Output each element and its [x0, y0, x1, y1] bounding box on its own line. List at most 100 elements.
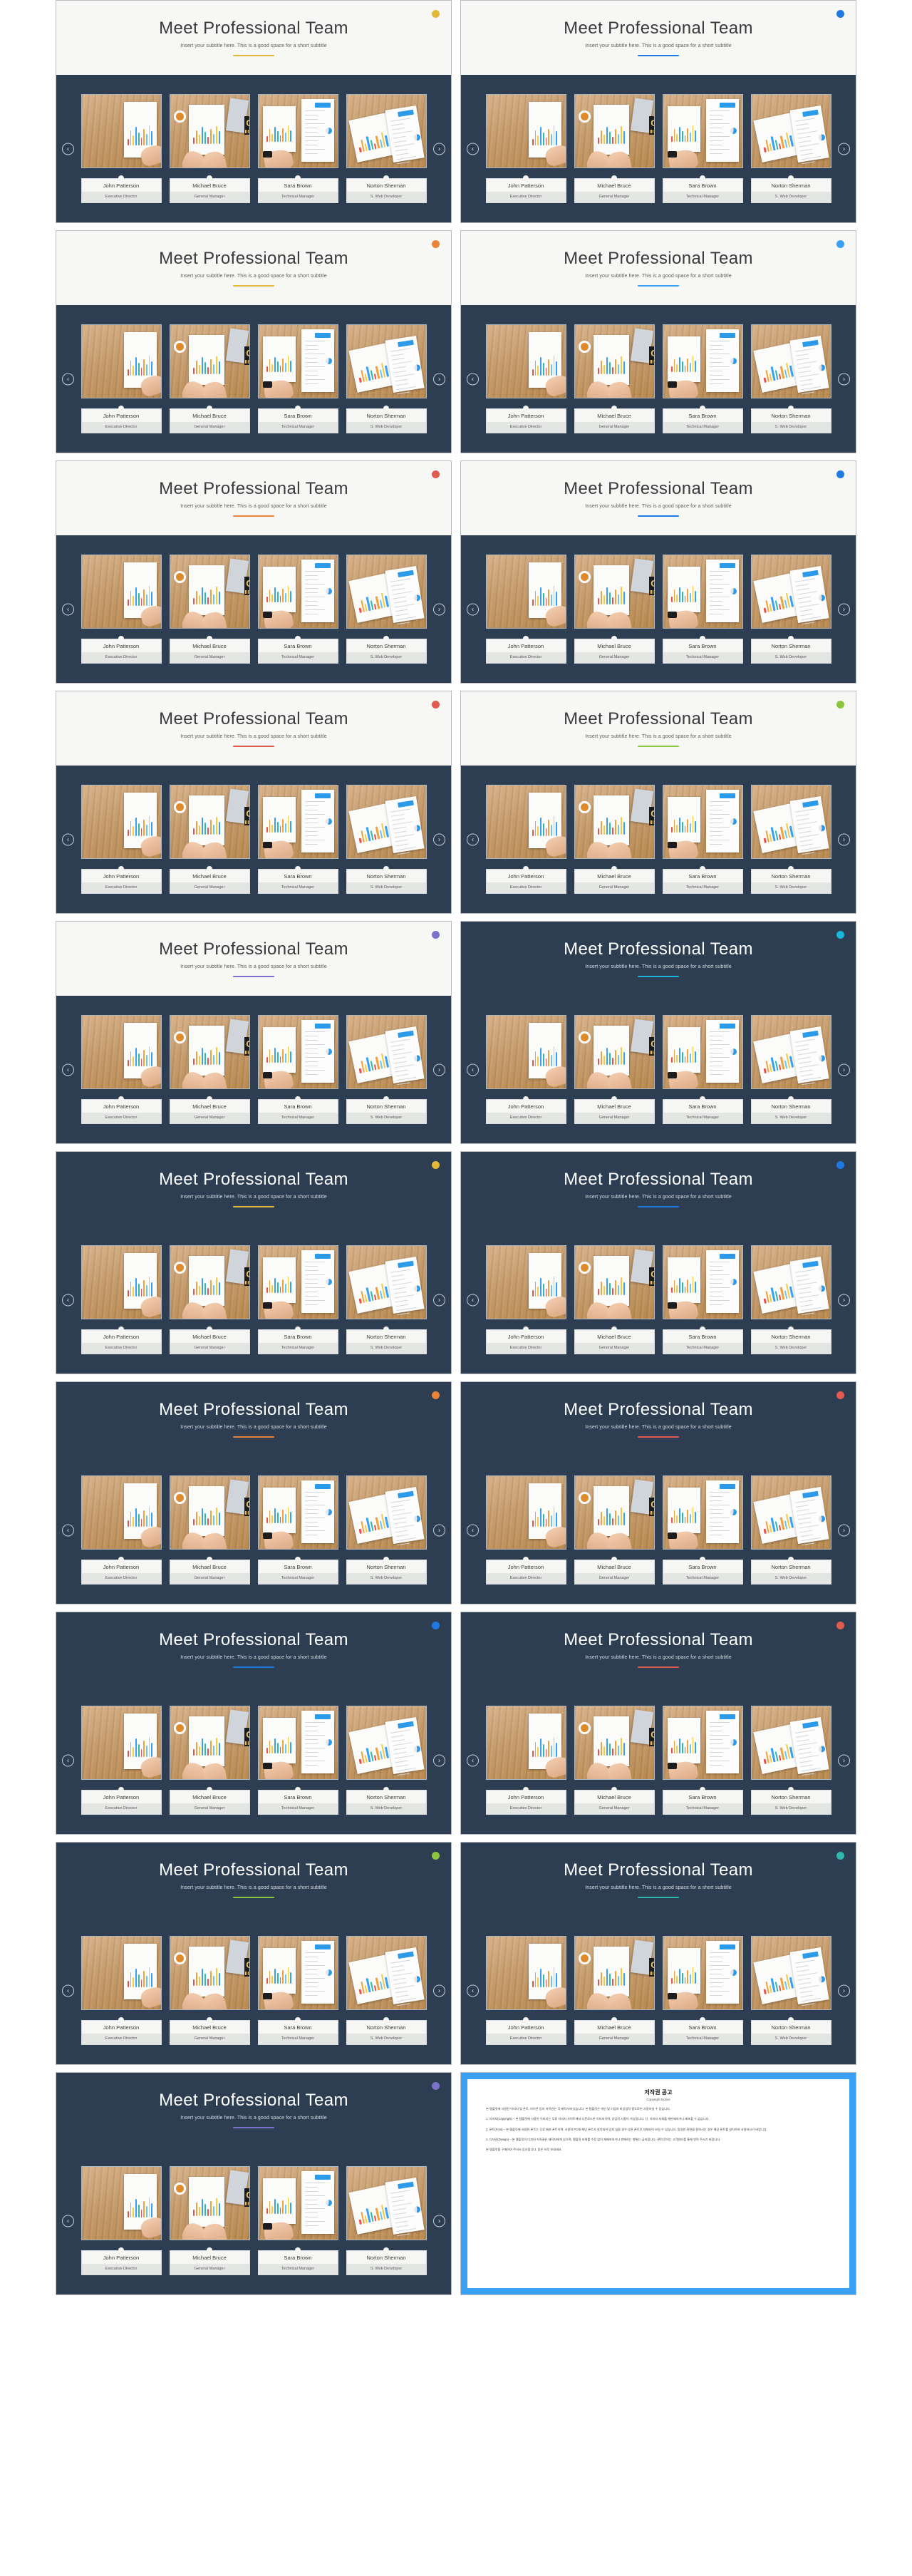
- slide-thumbnail-14[interactable]: Meet Professional Team Insert your subti…: [460, 1381, 856, 1604]
- team-member-card[interactable]: C Michael BruceGeneral Manager: [574, 1706, 655, 1815]
- slide-thumbnail-5[interactable]: Meet Professional Team Insert your subti…: [56, 460, 452, 684]
- team-member-card[interactable]: Norton Sherman S. Web Developer: [346, 2166, 427, 2275]
- carousel-prev-icon[interactable]: ‹: [467, 1984, 479, 1997]
- team-member-card[interactable]: Sara Brown Technical Manager: [662, 1015, 743, 1124]
- carousel-next-icon[interactable]: ›: [433, 603, 445, 615]
- team-member-card[interactable]: C Michael BruceGeneral Manager: [169, 555, 250, 664]
- team-member-card[interactable]: C Michael BruceGeneral Manager: [574, 94, 655, 203]
- carousel-next-icon[interactable]: ›: [433, 1524, 445, 1536]
- slide-thumbnail-9[interactable]: Meet Professional Team Insert your subti…: [56, 921, 452, 1144]
- slide-thumbnail-19[interactable]: Meet Professional Team Insert your subti…: [56, 2072, 452, 2295]
- team-member-card[interactable]: Sara Brown Technical Manager: [257, 555, 338, 664]
- slide-thumbnail-7[interactable]: Meet Professional Team Insert your subti…: [56, 691, 452, 914]
- carousel-next-icon[interactable]: ›: [838, 1984, 850, 1997]
- team-member-card[interactable]: John Patterson Executive Director: [81, 1245, 162, 1354]
- carousel-prev-icon[interactable]: ‹: [467, 1294, 479, 1306]
- team-member-card[interactable]: John Patterson Executive Director: [485, 1475, 566, 1585]
- team-member-card[interactable]: C Michael BruceGeneral Manager: [169, 94, 250, 203]
- slide-thumbnail-11[interactable]: Meet Professional Team Insert your subti…: [56, 1151, 452, 1374]
- slide-thumbnail-15[interactable]: Meet Professional Team Insert your subti…: [56, 1612, 452, 1835]
- slide-thumbnail-6[interactable]: Meet Professional Team Insert your subti…: [460, 460, 856, 684]
- team-member-card[interactable]: C Michael BruceGeneral Manager: [169, 1475, 250, 1585]
- team-member-card[interactable]: Sara Brown Technical Manager: [257, 2166, 338, 2275]
- team-member-card[interactable]: C Michael BruceGeneral Manager: [574, 555, 655, 664]
- slide-thumbnail-4[interactable]: Meet Professional Team Insert your subti…: [460, 230, 856, 453]
- team-member-card[interactable]: Sara Brown Technical Manager: [662, 555, 743, 664]
- team-member-card[interactable]: Sara Brown Technical Manager: [257, 1706, 338, 1815]
- team-member-card[interactable]: Norton Sherman S. Web Developer: [750, 785, 831, 894]
- slide-thumbnail-13[interactable]: Meet Professional Team Insert your subti…: [56, 1381, 452, 1604]
- team-member-card[interactable]: C Michael BruceGeneral Manager: [574, 324, 655, 433]
- team-member-card[interactable]: C Michael BruceGeneral Manager: [574, 785, 655, 894]
- carousel-next-icon[interactable]: ›: [838, 1524, 850, 1536]
- carousel-prev-icon[interactable]: ‹: [62, 143, 74, 155]
- team-member-card[interactable]: Sara Brown Technical Manager: [257, 785, 338, 894]
- copyright-slide[interactable]: 저작권 공고 Copyright Notice 본 템플릿에 사용된 이미지 및 폰…: [460, 2072, 856, 2295]
- carousel-next-icon[interactable]: ›: [838, 833, 850, 845]
- team-member-card[interactable]: Norton Sherman S. Web Developer: [346, 324, 427, 433]
- slide-thumbnail-18[interactable]: Meet Professional Team Insert your subti…: [460, 1842, 856, 2065]
- team-member-card[interactable]: C Michael BruceGeneral Manager: [169, 324, 250, 433]
- carousel-next-icon[interactable]: ›: [433, 1294, 445, 1306]
- team-member-card[interactable]: C Michael BruceGeneral Manager: [169, 2166, 250, 2275]
- team-member-card[interactable]: John Patterson Executive Director: [81, 94, 162, 203]
- carousel-prev-icon[interactable]: ‹: [62, 1984, 74, 1997]
- team-member-card[interactable]: John Patterson Executive Director: [485, 555, 566, 664]
- team-member-card[interactable]: Norton Sherman S. Web Developer: [346, 94, 427, 203]
- carousel-prev-icon[interactable]: ‹: [62, 2215, 74, 2227]
- team-member-card[interactable]: Norton Sherman S. Web Developer: [750, 1015, 831, 1124]
- carousel-prev-icon[interactable]: ‹: [62, 1063, 74, 1076]
- carousel-next-icon[interactable]: ›: [433, 143, 445, 155]
- slide-thumbnail-2[interactable]: Meet Professional Team Insert your subti…: [460, 0, 856, 223]
- carousel-prev-icon[interactable]: ‹: [467, 1754, 479, 1766]
- team-member-card[interactable]: Norton Sherman S. Web Developer: [346, 1706, 427, 1815]
- team-member-card[interactable]: John Patterson Executive Director: [81, 1706, 162, 1815]
- team-member-card[interactable]: Sara Brown Technical Manager: [257, 324, 338, 433]
- team-member-card[interactable]: Sara Brown Technical Manager: [257, 94, 338, 203]
- carousel-next-icon[interactable]: ›: [433, 1754, 445, 1766]
- team-member-card[interactable]: Sara Brown Technical Manager: [257, 1475, 338, 1585]
- team-member-card[interactable]: John Patterson Executive Director: [81, 1015, 162, 1124]
- team-member-card[interactable]: C Michael BruceGeneral Manager: [574, 1015, 655, 1124]
- carousel-prev-icon[interactable]: ‹: [62, 833, 74, 845]
- team-member-card[interactable]: Sara Brown Technical Manager: [662, 1936, 743, 2045]
- team-member-card[interactable]: John Patterson Executive Director: [81, 785, 162, 894]
- carousel-next-icon[interactable]: ›: [433, 373, 445, 385]
- team-member-card[interactable]: Norton Sherman S. Web Developer: [750, 1475, 831, 1585]
- team-member-card[interactable]: Sara Brown Technical Manager: [662, 1475, 743, 1585]
- team-member-card[interactable]: Norton Sherman S. Web Developer: [346, 1475, 427, 1585]
- team-member-card[interactable]: C Michael BruceGeneral Manager: [169, 785, 250, 894]
- carousel-next-icon[interactable]: ›: [838, 1754, 850, 1766]
- team-member-card[interactable]: Norton Sherman S. Web Developer: [346, 1936, 427, 2045]
- team-member-card[interactable]: John Patterson Executive Director: [485, 1706, 566, 1815]
- slide-thumbnail-1[interactable]: Meet Professional Team Insert your subti…: [56, 0, 452, 223]
- carousel-next-icon[interactable]: ›: [838, 603, 850, 615]
- team-member-card[interactable]: Sara Brown Technical Manager: [662, 324, 743, 433]
- team-member-card[interactable]: John Patterson Executive Director: [485, 94, 566, 203]
- team-member-card[interactable]: Norton Sherman S. Web Developer: [750, 94, 831, 203]
- slide-thumbnail-17[interactable]: Meet Professional Team Insert your subti…: [56, 1842, 452, 2065]
- carousel-next-icon[interactable]: ›: [838, 143, 850, 155]
- team-member-card[interactable]: Sara Brown Technical Manager: [257, 1015, 338, 1124]
- team-member-card[interactable]: John Patterson Executive Director: [81, 1936, 162, 2045]
- team-member-card[interactable]: John Patterson Executive Director: [485, 1936, 566, 2045]
- carousel-prev-icon[interactable]: ‹: [467, 373, 479, 385]
- team-member-card[interactable]: Sara Brown Technical Manager: [662, 1706, 743, 1815]
- carousel-prev-icon[interactable]: ‹: [467, 1063, 479, 1076]
- slide-thumbnail-8[interactable]: Meet Professional Team Insert your subti…: [460, 691, 856, 914]
- team-member-card[interactable]: C Michael BruceGeneral Manager: [169, 1245, 250, 1354]
- carousel-prev-icon[interactable]: ‹: [62, 1294, 74, 1306]
- slide-thumbnail-10[interactable]: Meet Professional Team Insert your subti…: [460, 921, 856, 1144]
- carousel-next-icon[interactable]: ›: [433, 1063, 445, 1076]
- carousel-next-icon[interactable]: ›: [838, 373, 850, 385]
- team-member-card[interactable]: John Patterson Executive Director: [81, 324, 162, 433]
- carousel-prev-icon[interactable]: ‹: [467, 1524, 479, 1536]
- carousel-prev-icon[interactable]: ‹: [467, 833, 479, 845]
- carousel-next-icon[interactable]: ›: [433, 1984, 445, 1997]
- team-member-card[interactable]: Norton Sherman S. Web Developer: [750, 324, 831, 433]
- carousel-prev-icon[interactable]: ‹: [62, 373, 74, 385]
- team-member-card[interactable]: Norton Sherman S. Web Developer: [346, 1015, 427, 1124]
- carousel-next-icon[interactable]: ›: [433, 833, 445, 845]
- team-member-card[interactable]: Norton Sherman S. Web Developer: [750, 1245, 831, 1354]
- team-member-card[interactable]: John Patterson Executive Director: [485, 1015, 566, 1124]
